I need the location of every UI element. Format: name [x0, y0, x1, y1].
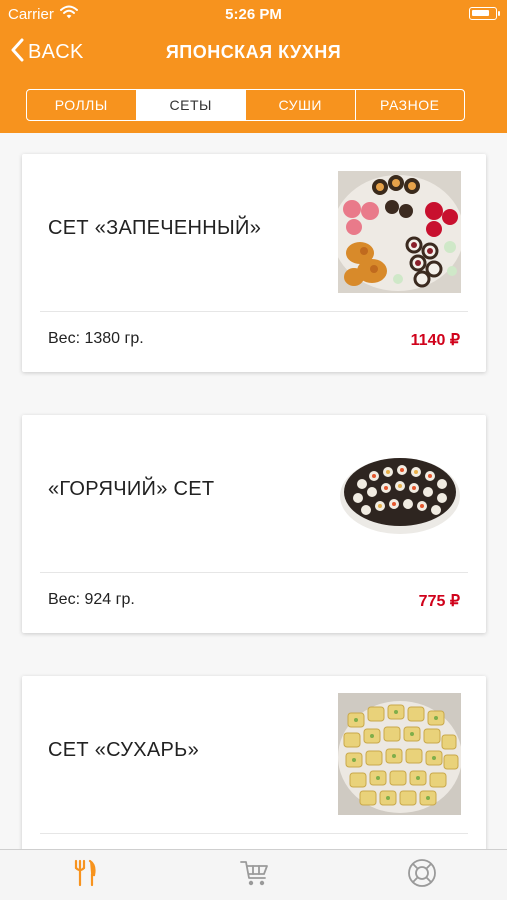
product-card[interactable]: СЕТ «СУХАРЬ»: [22, 676, 486, 849]
tab-sushi[interactable]: СУШИ: [246, 90, 356, 120]
product-price: 775 ₽: [418, 593, 460, 610]
chevron-left-icon: [10, 38, 24, 67]
product-title: СЕТ «СУХАРЬ»: [48, 739, 200, 761]
product-weight: Вес: 924 гр.: [48, 591, 135, 608]
tab-bar: [0, 849, 507, 900]
nav-bar: BACK ЯПОНСКАЯ КУХНЯ: [0, 32, 507, 72]
product-title: СЕТ «ЗАПЕЧЕННЫЙ»: [48, 217, 262, 239]
product-weight: Вес: 1380 гр.: [48, 330, 144, 347]
card-divider: [40, 572, 468, 573]
product-photo: [338, 171, 461, 293]
tab-label: СУШИ: [278, 97, 322, 113]
tab-cart[interactable]: [224, 850, 284, 900]
header: Carrier 5:26 PM BACK ЯПОНСКАЯ КУХНЯ РОЛЛ…: [0, 0, 507, 133]
tab-sets[interactable]: СЕТЫ: [136, 90, 246, 120]
card-divider: [40, 311, 468, 312]
tab-menu[interactable]: [55, 850, 115, 900]
tab-misc[interactable]: РАЗНОЕ: [356, 90, 465, 120]
category-segmented-control: РОЛЛЫ СЕТЫ СУШИ РАЗНОЕ: [26, 89, 465, 121]
product-title: «ГОРЯЧИЙ» СЕТ: [48, 478, 215, 500]
status-time: 5:26 PM: [225, 6, 282, 23]
product-photo: [338, 693, 461, 815]
tab-support[interactable]: [392, 850, 452, 900]
back-label: BACK: [28, 40, 84, 63]
tab-label: РАЗНОЕ: [380, 97, 440, 113]
tab-label: СЕТЫ: [169, 97, 212, 113]
product-card[interactable]: СЕТ «ЗАПЕЧЕННЫЙ» Вес: 1380 гр. 1140 ₽: [22, 154, 486, 372]
tab-label: РОЛЛЫ: [54, 97, 108, 113]
battery-icon: [469, 7, 500, 20]
status-bar: Carrier 5:26 PM: [0, 0, 507, 28]
product-price: 1140 ₽: [410, 332, 460, 349]
back-button[interactable]: BACK: [10, 38, 84, 66]
lifebuoy-icon: [407, 858, 437, 893]
tab-rolls[interactable]: РОЛЛЫ: [27, 90, 137, 120]
fork-knife-icon: [73, 859, 97, 892]
product-list: СЕТ «ЗАПЕЧЕННЫЙ» Вес: 1380 гр. 1140 ₽ «Г…: [0, 133, 507, 849]
product-card[interactable]: «ГОРЯЧИЙ» СЕТ Вес: 924 гр. 775 ₽: [22, 415, 486, 633]
card-divider: [40, 833, 468, 834]
product-photo: [338, 432, 461, 554]
cart-icon: [239, 859, 269, 892]
